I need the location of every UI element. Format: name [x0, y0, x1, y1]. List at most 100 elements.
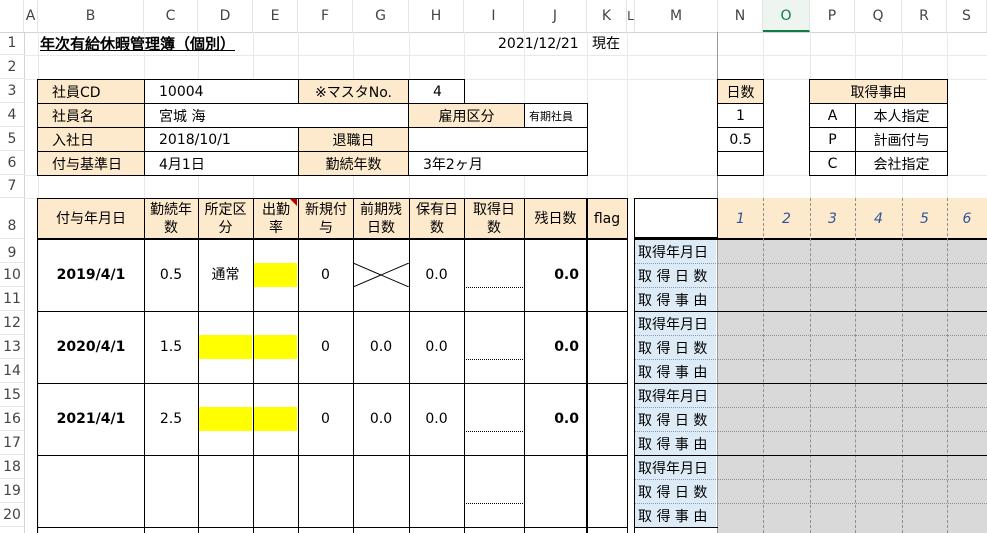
- row-header-11[interactable]: 11: [0, 287, 24, 311]
- slot-divider: [810, 198, 811, 533]
- record-held-days[interactable]: 0.0: [409, 239, 464, 311]
- row-header-12[interactable]: 12: [0, 311, 24, 335]
- record-prev-remaining[interactable]: 0.0: [353, 383, 409, 455]
- row-header-20[interactable]: 20: [0, 503, 24, 527]
- record-new-grant[interactable]: 0: [298, 311, 353, 383]
- retire-date-value[interactable]: [408, 127, 588, 152]
- row-header-15[interactable]: 15: [0, 383, 24, 407]
- record-grant-date[interactable]: 2021/4/1: [38, 383, 144, 455]
- column-header-f[interactable]: F: [298, 0, 353, 32]
- header-flag: flag: [593, 210, 621, 227]
- column-header-c[interactable]: C: [144, 0, 198, 32]
- slot-divider: [947, 198, 948, 533]
- column-header-n[interactable]: N: [718, 0, 763, 32]
- record-remaining[interactable]: 0.0: [524, 311, 587, 383]
- column-header-e[interactable]: E: [253, 0, 298, 32]
- reason-label-c[interactable]: 会社指定: [855, 151, 948, 176]
- column-header-s[interactable]: S: [947, 0, 987, 32]
- row-header-19[interactable]: 19: [0, 479, 24, 503]
- service-years-label: 勤続年数: [298, 151, 409, 176]
- record-service[interactable]: 2.5: [144, 383, 198, 455]
- attendance-highlight[interactable]: [254, 263, 297, 287]
- record-held-days[interactable]: 0.0: [409, 311, 464, 383]
- column-header-j[interactable]: J: [524, 0, 587, 32]
- row-header-16[interactable]: 16: [0, 407, 24, 431]
- reason-label-a[interactable]: 本人指定: [855, 103, 948, 128]
- header-held-days: 保有日数: [416, 201, 458, 236]
- record-held-days[interactable]: 0.0: [409, 383, 464, 455]
- reason-code-a[interactable]: A: [809, 103, 856, 128]
- comment-indicator-icon[interactable]: [290, 199, 297, 206]
- days-value-3[interactable]: [717, 151, 764, 176]
- reason-code-c[interactable]: C: [809, 151, 856, 176]
- row-header-4[interactable]: 4: [0, 103, 24, 127]
- record-new-grant[interactable]: 0: [298, 383, 353, 455]
- record-remaining[interactable]: 0.0: [524, 383, 587, 455]
- row-header-6[interactable]: 6: [0, 151, 24, 175]
- record-remaining[interactable]: 0.0: [524, 239, 587, 311]
- select-all-corner[interactable]: [0, 0, 24, 32]
- slot-divider: [718, 263, 987, 264]
- column-header-m[interactable]: M: [635, 0, 718, 32]
- row-header-8[interactable]: 8: [0, 198, 24, 239]
- days-value-2[interactable]: 0.5: [717, 127, 764, 152]
- column-header-a[interactable]: A: [24, 0, 38, 32]
- record-grant-date[interactable]: 2020/4/1: [38, 311, 144, 383]
- days-value-1[interactable]: 1: [717, 103, 764, 128]
- record-category[interactable]: [198, 311, 253, 383]
- column-header-k[interactable]: K: [587, 0, 627, 32]
- column-header-d[interactable]: D: [198, 0, 253, 32]
- column-header-i[interactable]: I: [464, 0, 524, 32]
- attendance-highlight[interactable]: [254, 407, 297, 431]
- emp-name-value[interactable]: 宮城 海: [144, 103, 409, 128]
- record-category[interactable]: 通常: [198, 239, 253, 311]
- row-header-7[interactable]: 7: [0, 175, 24, 198]
- slot-divider: [718, 455, 987, 456]
- record-new-grant[interactable]: 0: [298, 239, 353, 311]
- column-header-g[interactable]: G: [353, 0, 409, 32]
- row-header-5[interactable]: 5: [0, 127, 24, 151]
- table-border: [144, 198, 145, 533]
- row-header-14[interactable]: 14: [0, 359, 24, 383]
- row-header-13[interactable]: 13: [0, 335, 24, 359]
- row-header-10[interactable]: 10: [0, 263, 24, 287]
- slot-divider: [718, 311, 987, 312]
- master-no-value[interactable]: 4: [408, 79, 465, 104]
- column-header-q[interactable]: Q: [855, 0, 902, 32]
- slot-divider: [718, 335, 987, 336]
- slot-divider: [718, 383, 987, 384]
- slot-divider: [855, 198, 856, 533]
- record-service[interactable]: 0.5: [144, 239, 198, 311]
- join-date-value[interactable]: 2018/10/1: [144, 127, 299, 152]
- join-date-label: 入社日: [37, 127, 145, 152]
- row-header-3[interactable]: 3: [0, 79, 24, 103]
- row-header-border: [24, 32, 25, 533]
- reason-label-p[interactable]: 計画付与: [855, 127, 948, 152]
- record-category[interactable]: [198, 383, 253, 455]
- row-header-17[interactable]: 17: [0, 431, 24, 455]
- attendance-highlight[interactable]: [254, 335, 297, 359]
- column-header-r[interactable]: R: [902, 0, 947, 32]
- row-header-9[interactable]: 9: [0, 239, 24, 263]
- column-header-o[interactable]: O: [763, 0, 810, 32]
- employment-value[interactable]: 有期社員: [524, 103, 588, 128]
- record-service[interactable]: 1.5: [144, 311, 198, 383]
- record-prev-remaining[interactable]: 0.0: [353, 311, 409, 383]
- column-header-h[interactable]: H: [409, 0, 464, 32]
- header-service: 勤続年数: [150, 201, 192, 236]
- column-header-l[interactable]: L: [627, 0, 635, 32]
- service-years-value[interactable]: 3年2ヶ月: [408, 151, 588, 176]
- table-border: [353, 198, 354, 533]
- base-date-value[interactable]: 4月1日: [144, 151, 299, 176]
- column-header-b[interactable]: B: [38, 0, 144, 32]
- row-header-18[interactable]: 18: [0, 455, 24, 479]
- record-grant-date[interactable]: 2019/4/1: [38, 239, 144, 311]
- table-border: [37, 455, 627, 456]
- row-header-1[interactable]: 1: [0, 32, 24, 55]
- emp-cd-value[interactable]: 10004: [144, 79, 299, 104]
- row-header-2[interactable]: 2: [0, 55, 24, 79]
- as-of-date: 2021/12/21: [498, 36, 579, 52]
- slot-divider: [718, 359, 987, 360]
- column-header-p[interactable]: P: [810, 0, 855, 32]
- reason-code-p[interactable]: P: [809, 127, 856, 152]
